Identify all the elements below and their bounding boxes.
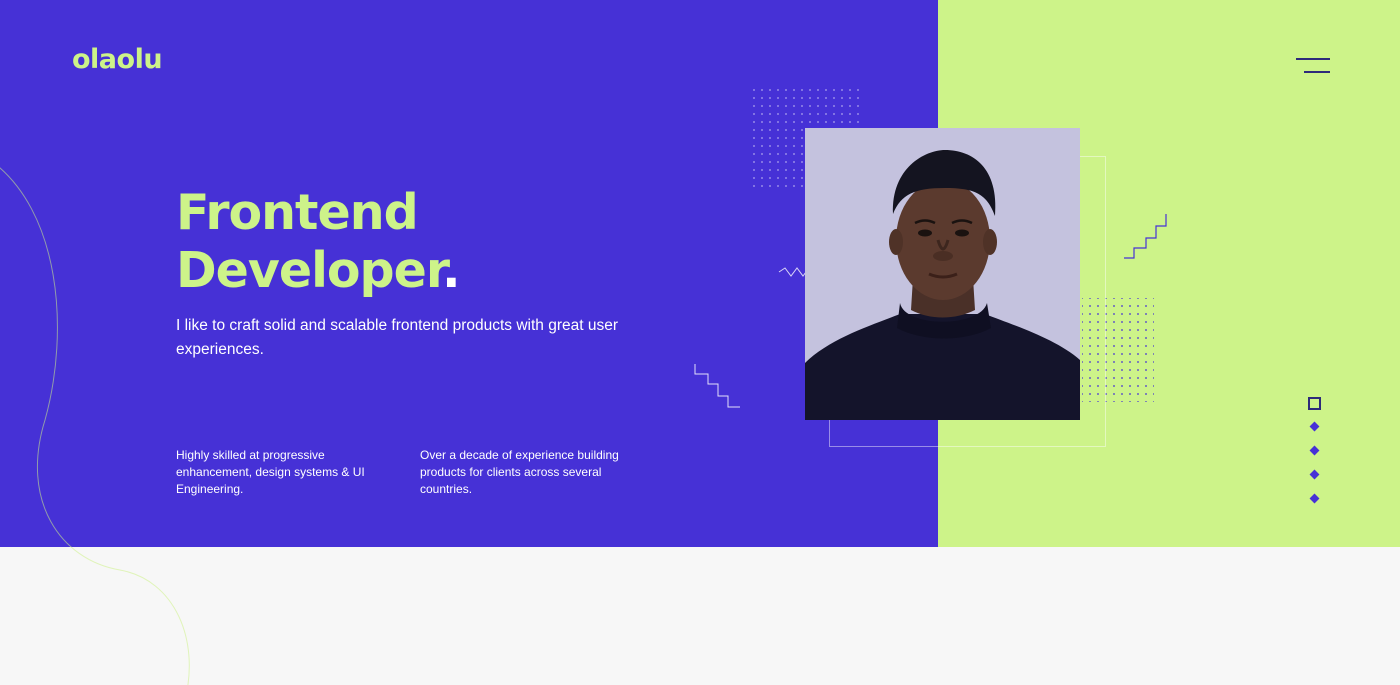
- feature-text-skills: Highly skilled at progressive enhancemen…: [176, 448, 365, 496]
- slide-indicator-active[interactable]: [1308, 397, 1321, 410]
- profile-photo-illustration: [805, 128, 1080, 420]
- hero-title-line2-wrap: Developer.: [176, 242, 461, 300]
- hero-subtitle: I like to craft solid and scalable front…: [176, 317, 618, 358]
- menu-button[interactable]: [1290, 52, 1336, 80]
- next-section: [0, 547, 1400, 685]
- profile-photo: [805, 128, 1080, 420]
- hero-title-line2: Developer: [176, 242, 443, 299]
- hero-title-line1: Frontend: [176, 184, 419, 241]
- hamburger-menu-icon-bar: [1304, 71, 1330, 73]
- page: olaolu Frontend Developer. I like to cra…: [0, 0, 1400, 685]
- hero-title-dot: .: [442, 242, 461, 299]
- logo-link[interactable]: olaolu: [72, 44, 163, 75]
- hamburger-menu-icon: [1296, 58, 1330, 60]
- hero-title: Frontend Developer.: [176, 184, 461, 300]
- feature-text-experience: Over a decade of experience building pro…: [420, 448, 619, 496]
